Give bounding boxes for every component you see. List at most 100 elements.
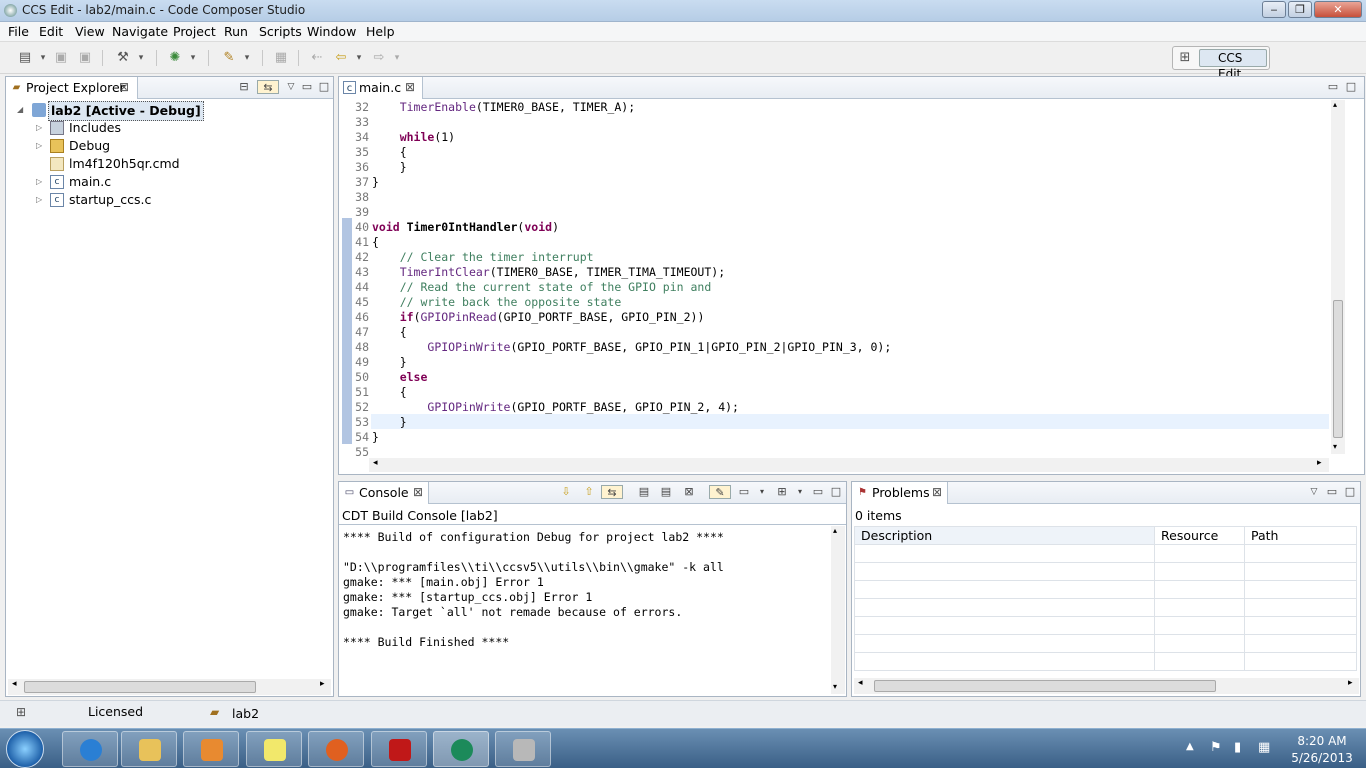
view-menu-icon[interactable]: ▽ [284,80,298,94]
display-dropdown-icon[interactable]: ▾ [755,485,769,499]
show-console-icon[interactable]: ✎ [709,485,731,499]
code-line[interactable]: GPIOPinWrite(GPIO_PORTF_BASE, GPIO_PIN_1… [372,340,891,354]
close-button[interactable]: ✕ [1314,1,1362,18]
tab-problems[interactable]: ⚑ Problems ⊠ [852,482,948,504]
code-line[interactable]: { [372,385,407,399]
vertical-scrollbar[interactable]: ▴ ▾ [1331,100,1345,454]
minimize-view-icon[interactable]: ▭ [1326,80,1340,94]
tree-item-includes[interactable]: Includes [69,119,121,137]
horizontal-scrollbar[interactable]: ◂ ▸ [8,679,331,695]
horizontal-scrollbar[interactable]: ◂ ▸ [854,678,1359,694]
copy-build-log-icon[interactable]: ▤ [637,485,651,499]
pin-console-icon[interactable]: ▤ [659,485,673,499]
menu-run[interactable]: Run [224,24,248,39]
clock-time[interactable]: 8:20 AM [1294,734,1350,748]
scroll-up-icon[interactable]: ▴ [833,526,837,535]
taskbar-firefox[interactable] [308,731,364,767]
taskbar-notes[interactable] [246,731,302,767]
build-dropdown-icon[interactable]: ▾ [132,49,150,67]
view-menu-icon[interactable]: ▽ [1307,485,1321,499]
collapsed-arrow-icon[interactable]: ▷ [36,191,46,209]
taskbar-explorer[interactable] [121,731,177,767]
menu-file[interactable]: File [8,24,29,39]
vertical-scrollbar[interactable]: ▴ ▾ [831,526,845,694]
network-icon[interactable]: ▦ [1258,740,1270,755]
maximize-button[interactable]: ❐ [1288,1,1312,18]
tab-main-c[interactable]: c main.c ⊠ [339,77,423,99]
scroll-right-icon[interactable]: ▸ [1348,678,1353,688]
taskbar-media[interactable] [183,731,239,767]
debug-icon[interactable]: ✺ [166,49,184,67]
perspective-ccs-edit-button[interactable]: CCS Edit [1199,49,1267,81]
collapsed-arrow-icon[interactable]: ▷ [36,119,46,137]
tab-console[interactable]: ▭ Console ⊠ [339,482,429,504]
collapsed-arrow-icon[interactable]: ▷ [36,173,46,191]
taskbar-ie[interactable] [62,731,118,767]
maximize-view-icon[interactable]: □ [317,80,331,94]
code-line[interactable]: } [372,160,407,174]
horizontal-scrollbar[interactable]: ◂ ▸ [369,458,1329,472]
column-description[interactable]: Description [854,526,1155,545]
tree-item-lab2[interactable]: lab2 [Active - Debug] [48,101,204,121]
code-line[interactable]: { [372,325,407,339]
minimize-button[interactable]: ‒ [1262,1,1286,18]
scroll-left-icon[interactable]: ◂ [858,678,863,688]
menu-project[interactable]: Project [173,24,216,39]
scroll-down-icon[interactable]: ▾ [833,682,837,691]
back-icon[interactable]: ⇦ [332,49,350,67]
menu-navigate[interactable]: Navigate [112,24,168,39]
tab-project-explorer[interactable]: ▰ Project Explorer ⊠ [6,77,138,99]
scroll-lock-down-icon[interactable]: ⇩ [559,485,573,499]
console-output[interactable]: **** Build of configuration Debug for pr… [343,530,724,650]
close-tab-icon[interactable]: ⊠ [932,482,942,503]
code-line[interactable]: else [372,370,428,384]
clear-console-icon[interactable]: ⊠ [682,485,696,499]
action-center-icon[interactable]: ⚑ [1210,740,1222,755]
toggle-icon[interactable]: ▦ [272,49,290,67]
code-line[interactable]: } [372,430,379,444]
code-line[interactable]: while(1) [372,130,455,144]
scroll-left-icon[interactable]: ◂ [12,679,17,689]
code-line[interactable]: } [372,355,407,369]
code-line[interactable]: if(GPIOPinRead(GPIO_PORTF_BASE, GPIO_PIN… [372,310,705,324]
link-console-icon[interactable]: ⇆ [601,485,623,499]
save-icon[interactable]: ▣ [52,49,70,67]
show-hidden-icons-icon[interactable]: ▲ [1186,741,1194,752]
taskbar-app[interactable] [495,731,551,767]
maximize-view-icon[interactable]: □ [1344,80,1358,94]
collapse-all-icon[interactable]: ⊟ [237,80,251,94]
tree-item-debug[interactable]: Debug [69,137,110,155]
menu-help[interactable]: Help [366,24,395,39]
debug-dropdown-icon[interactable]: ▾ [184,49,202,67]
tree-item-cmd[interactable]: lm4f120h5qr.cmd [69,155,180,173]
menu-scripts[interactable]: Scripts [259,24,302,39]
close-tab-icon[interactable]: ⊠ [413,482,423,503]
scroll-thumb[interactable] [874,680,1216,692]
battery-icon[interactable]: ▮ [1234,740,1241,755]
scroll-lock-up-icon[interactable]: ⇧ [582,485,596,499]
maximize-view-icon[interactable]: □ [1343,485,1357,499]
scroll-up-icon[interactable]: ▴ [1333,100,1337,109]
maximize-view-icon[interactable]: □ [829,485,843,499]
code-line[interactable]: TimerEnable(TIMER0_BASE, TIMER_A); [372,100,635,114]
code-line[interactable]: } [372,415,407,429]
fast-view-icon[interactable]: ⊞ [16,705,26,719]
taskbar-acrobat[interactable] [371,731,427,767]
column-resource[interactable]: Resource [1154,526,1245,545]
menu-edit[interactable]: Edit [39,24,63,39]
column-path[interactable]: Path [1244,526,1357,545]
tree-item-main-c[interactable]: main.c [69,173,111,191]
scroll-right-icon[interactable]: ▸ [320,679,325,689]
open-perspective-icon[interactable]: ⊞ [1176,49,1194,67]
start-button[interactable] [6,730,44,768]
tree-item-startup[interactable]: startup_ccs.c [69,191,151,209]
scroll-left-icon[interactable]: ◂ [373,458,378,468]
flash-dropdown-icon[interactable]: ▾ [238,49,256,67]
scroll-thumb[interactable] [1333,300,1343,438]
scroll-thumb[interactable] [24,681,256,693]
new-dropdown-icon[interactable]: ▾ [34,49,52,67]
clock-date[interactable]: 5/26/2013 [1287,751,1357,765]
save-all-icon[interactable]: ▣ [76,49,94,67]
close-tab-icon[interactable]: ⊠ [119,77,129,98]
flash-icon[interactable]: ✎ [220,49,238,67]
